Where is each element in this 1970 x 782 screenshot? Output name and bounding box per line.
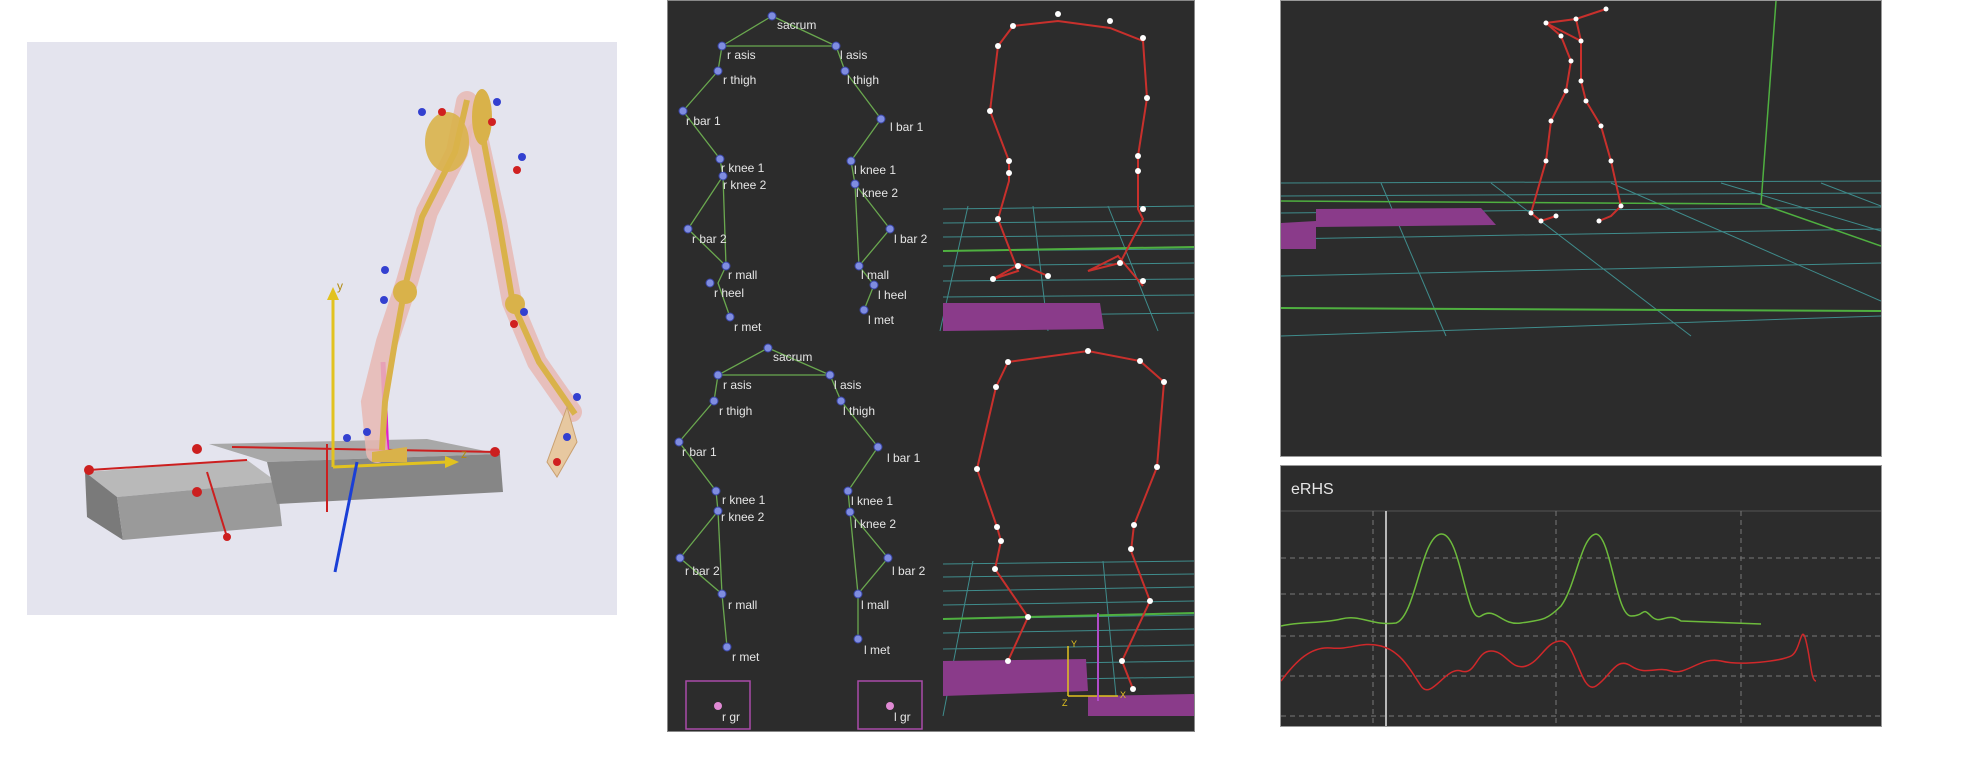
tree-top-label-r-mall: r mall — [728, 268, 757, 282]
force-plate-left — [85, 460, 282, 540]
tree-bottom-label-l-bar-1: l bar 1 — [887, 451, 921, 465]
tree-bottom-label-l-asis: l asis — [834, 378, 861, 392]
tree-top-label-r-heel: r heel — [714, 286, 744, 300]
tree-top-label-r-knee-2: r knee 2 — [723, 178, 767, 192]
y-axis-label: y — [337, 279, 343, 293]
grid-3d-green-front — [1281, 307, 1881, 312]
ground-box-right-leg[interactable]: r gr — [685, 680, 751, 730]
tree-bottom-label-l-mall: l mall — [861, 598, 889, 612]
gait-stick-figure — [1529, 8, 1623, 223]
force-plate-3d-b — [1281, 221, 1316, 249]
tree-top-label-l-knee-2: l knee 2 — [856, 186, 898, 200]
tree-top-label-l-bar-1: l bar 1 — [890, 120, 924, 134]
marker-set-canvas[interactable]: sacrum r asis l asis r thigh l thigh r b… — [668, 1, 1194, 731]
tree-top-label-r-met: r met — [734, 320, 762, 334]
gait-3d-canvas[interactable] — [1281, 1, 1881, 456]
tree-top-label-l-heel: l heel — [878, 288, 907, 302]
stick-figure-top-markers — [987, 11, 1150, 284]
force-plate-bottom-left — [943, 659, 1088, 696]
tree-top-label-r-thigh: r thigh — [723, 73, 756, 87]
force-plate-3d-a — [1316, 208, 1496, 227]
signal-plot-title: eRHS — [1291, 481, 1334, 498]
ground-label-l-gr: l gr — [894, 710, 911, 724]
model-canvas[interactable]: y z — [27, 42, 617, 615]
grid-3d-green-back — [1281, 200, 1762, 205]
tree-top-label-r-knee-1: r knee 1 — [721, 161, 765, 175]
musculoskeletal-model-view[interactable]: y z — [27, 42, 617, 615]
plot-gridlines — [1281, 511, 1881, 726]
z-axis-label: z — [461, 447, 467, 461]
tree-bottom-label-r-knee-1: r knee 1 — [722, 493, 766, 507]
tree-bottom-label-l-met: l met — [864, 643, 891, 657]
tree-bottom-label-r-mall: r mall — [728, 598, 757, 612]
tree-bottom-label-r-bar-2: r bar 2 — [685, 564, 720, 578]
tree-top-label-l-thigh: l thigh — [847, 73, 879, 87]
stick-figure-top — [988, 19, 1149, 287]
tree-bottom-label-l-bar-2: l bar 2 — [892, 564, 926, 578]
signal-trace-upper — [1281, 533, 1762, 627]
tree-top-label-r-asis: r asis — [727, 48, 756, 62]
leg-model — [360, 89, 582, 478]
tree-bottom-label-r-bar-1: r bar 1 — [682, 445, 717, 459]
force-plate-top — [943, 303, 1104, 331]
tree-bottom-label-r-asis: r asis — [723, 378, 752, 392]
tree-bottom-label-l-thigh: l thigh — [843, 404, 875, 418]
signal-trace-lower — [1281, 633, 1817, 691]
gizmo-label-z: Z — [1062, 698, 1068, 708]
gizmo-label-x: X — [1120, 690, 1126, 700]
force-plate-bottom-right — [1088, 694, 1194, 716]
ground-box-left-leg[interactable]: l gr — [857, 680, 923, 730]
tree-bottom-label-r-knee-2: r knee 2 — [721, 510, 765, 524]
grid-3d-green-side — [1760, 203, 1881, 247]
tree-bottom-label-l-knee-2: l knee 2 — [854, 517, 896, 531]
tree-top-label-l-knee-1: l knee 1 — [854, 163, 896, 177]
ground-label-r-gr: r gr — [722, 710, 740, 724]
tree-top-label-r-bar-1: r bar 1 — [686, 114, 721, 128]
signal-plot-canvas[interactable]: eRHS — [1281, 466, 1881, 726]
tree-bottom-label-r-met: r met — [732, 650, 760, 664]
tree-top-label-r-bar-2: r bar 2 — [692, 232, 727, 246]
tree-top-label-l-asis: l asis — [840, 48, 867, 62]
grid-3d-green-vertical — [1760, 1, 1777, 205]
grid-3d — [1281, 180, 1881, 337]
tree-bottom-label-l-knee-1: l knee 1 — [851, 494, 893, 508]
tree-top-label-l-met: l met — [868, 313, 895, 327]
tree-bottom-label-sacrum: sacrum — [773, 350, 812, 364]
marker-set-view[interactable]: sacrum r asis l asis r thigh l thigh r b… — [667, 0, 1195, 732]
signal-plot-panel[interactable]: eRHS — [1280, 465, 1882, 727]
tree-bottom-label-r-thigh: r thigh — [719, 404, 752, 418]
gait-3d-view[interactable] — [1280, 0, 1882, 457]
tree-top-label-l-mall: l mall — [861, 268, 889, 282]
gizmo-label-y: Y — [1071, 639, 1077, 649]
tree-top-label-l-bar-2: l bar 2 — [894, 232, 928, 246]
tree-top-label-sacrum: sacrum — [777, 18, 816, 32]
